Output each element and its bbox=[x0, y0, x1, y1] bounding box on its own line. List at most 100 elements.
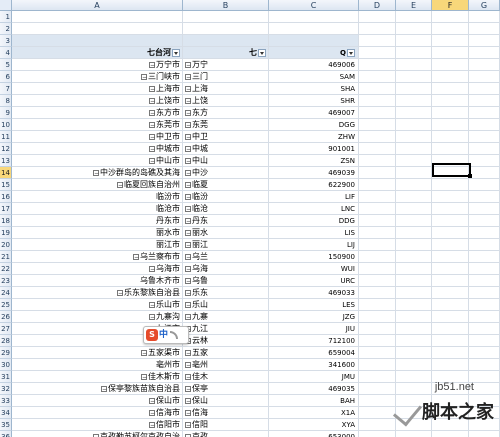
select-all-corner[interactable] bbox=[0, 0, 12, 11]
cell-code[interactable]: ZSN bbox=[269, 155, 359, 167]
cell-empty[interactable] bbox=[396, 275, 432, 287]
cell-city[interactable]: 丽江市 bbox=[12, 239, 183, 251]
row-number[interactable]: 33 bbox=[0, 395, 12, 407]
cell-code[interactable]: JIU bbox=[269, 323, 359, 335]
cell-abbr[interactable]: −万宁 bbox=[183, 59, 269, 71]
collapse-minus-icon[interactable]: − bbox=[185, 289, 191, 296]
cell-abbr[interactable]: −三门 bbox=[183, 71, 269, 83]
cell-code[interactable]: 469033 bbox=[269, 287, 359, 299]
cell-code[interactable]: LNC bbox=[269, 203, 359, 215]
cell-code[interactable] bbox=[269, 23, 359, 35]
cell-empty[interactable] bbox=[469, 347, 500, 359]
column-header-C[interactable]: C bbox=[269, 0, 359, 11]
cell-code[interactable]: SHA bbox=[269, 83, 359, 95]
collapse-minus-icon[interactable]: − bbox=[185, 253, 191, 260]
cell-city[interactable]: −临夏回族自治州 bbox=[12, 179, 183, 191]
cell-code[interactable]: WUI bbox=[269, 263, 359, 275]
cell-empty[interactable] bbox=[469, 263, 500, 275]
collapse-minus-icon[interactable]: − bbox=[185, 145, 191, 152]
cell-abbr[interactable]: −丽江 bbox=[183, 239, 269, 251]
cell-abbr[interactable]: −亳州 bbox=[183, 359, 269, 371]
cell-empty[interactable] bbox=[432, 227, 469, 239]
cell-empty[interactable] bbox=[469, 83, 500, 95]
cell-empty[interactable] bbox=[396, 287, 432, 299]
row-number[interactable]: 18 bbox=[0, 215, 12, 227]
cell-empty[interactable] bbox=[396, 323, 432, 335]
cell-city[interactable] bbox=[12, 35, 183, 47]
row-number[interactable]: 2 bbox=[0, 23, 12, 35]
filter-dropdown-icon[interactable] bbox=[172, 48, 180, 57]
cell-city[interactable]: −乌海市 bbox=[12, 263, 183, 275]
cell-empty[interactable] bbox=[396, 335, 432, 347]
collapse-minus-icon[interactable]: − bbox=[149, 85, 155, 92]
cell-city[interactable]: −信海市 bbox=[12, 407, 183, 419]
cell-empty[interactable] bbox=[396, 71, 432, 83]
collapse-minus-icon[interactable]: − bbox=[185, 397, 191, 404]
active-cell-F14[interactable] bbox=[432, 163, 472, 178]
collapse-minus-icon[interactable]: − bbox=[117, 289, 123, 296]
cell-empty[interactable] bbox=[432, 263, 469, 275]
cell-empty[interactable] bbox=[469, 179, 500, 191]
cell-empty[interactable] bbox=[432, 35, 469, 47]
cell-city[interactable]: −信阳市 bbox=[12, 419, 183, 431]
column-header-A[interactable]: A bbox=[12, 0, 183, 11]
column-header-F[interactable]: F bbox=[432, 0, 469, 11]
row-number[interactable]: 23 bbox=[0, 275, 12, 287]
collapse-minus-icon[interactable]: − bbox=[185, 133, 191, 140]
cell-empty[interactable] bbox=[432, 119, 469, 131]
row-number[interactable]: 21 bbox=[0, 251, 12, 263]
cell-city[interactable]: −五家渠市 bbox=[12, 347, 183, 359]
cell-abbr[interactable]: −五家 bbox=[183, 347, 269, 359]
cell-empty[interactable] bbox=[359, 83, 396, 95]
cell-city[interactable]: −中卫市 bbox=[12, 131, 183, 143]
cell-code[interactable]: 469039 bbox=[269, 167, 359, 179]
cell-city[interactable]: −三门峡市 bbox=[12, 71, 183, 83]
row-number[interactable]: 17 bbox=[0, 203, 12, 215]
collapse-minus-icon[interactable]: − bbox=[185, 373, 191, 380]
row-number[interactable]: 13 bbox=[0, 155, 12, 167]
cell-abbr[interactable]: −信阳 bbox=[183, 419, 269, 431]
cell-empty[interactable] bbox=[396, 107, 432, 119]
cell-empty[interactable] bbox=[396, 203, 432, 215]
collapse-minus-icon[interactable]: − bbox=[117, 181, 123, 188]
cell-abbr[interactable]: −乐东 bbox=[183, 287, 269, 299]
cell-code[interactable]: ZHW bbox=[269, 131, 359, 143]
cell-city[interactable]: −上饶市 bbox=[12, 95, 183, 107]
cell-code[interactable] bbox=[269, 35, 359, 47]
cell-city[interactable]: −东方市 bbox=[12, 107, 183, 119]
cell-empty[interactable] bbox=[432, 131, 469, 143]
cell-code[interactable]: 653000 bbox=[269, 431, 359, 437]
cell-code[interactable]: LES bbox=[269, 299, 359, 311]
cell-empty[interactable] bbox=[396, 155, 432, 167]
collapse-minus-icon[interactable]: − bbox=[185, 205, 191, 212]
cell-empty[interactable] bbox=[359, 287, 396, 299]
cell-code[interactable]: 469006 bbox=[269, 59, 359, 71]
cell-empty[interactable] bbox=[396, 263, 432, 275]
cell-empty[interactable] bbox=[469, 23, 500, 35]
cell-empty[interactable] bbox=[359, 119, 396, 131]
row-number[interactable]: 34 bbox=[0, 407, 12, 419]
cell-empty[interactable] bbox=[432, 215, 469, 227]
cell-code[interactable]: SHR bbox=[269, 95, 359, 107]
cell-empty[interactable] bbox=[396, 11, 432, 23]
cell-empty[interactable] bbox=[396, 95, 432, 107]
cell-code[interactable]: 469007 bbox=[269, 107, 359, 119]
cell-code[interactable]: X1A bbox=[269, 407, 359, 419]
filter-dropdown-icon[interactable] bbox=[258, 48, 266, 57]
cell-empty[interactable] bbox=[396, 191, 432, 203]
row-number[interactable]: 7 bbox=[0, 83, 12, 95]
collapse-minus-icon[interactable]: − bbox=[185, 277, 191, 284]
cell-empty[interactable] bbox=[469, 155, 500, 167]
cell-empty[interactable] bbox=[469, 323, 500, 335]
cell-empty[interactable] bbox=[469, 143, 500, 155]
cell-empty[interactable] bbox=[432, 23, 469, 35]
cell-city[interactable]: 亳州市 bbox=[12, 359, 183, 371]
cell-empty[interactable] bbox=[359, 167, 396, 179]
pivot-header-a[interactable]: 七台河 bbox=[12, 47, 183, 59]
cell-abbr[interactable]: −临汾 bbox=[183, 191, 269, 203]
cell-empty[interactable] bbox=[359, 323, 396, 335]
cell-empty[interactable] bbox=[359, 275, 396, 287]
cell-empty[interactable] bbox=[359, 107, 396, 119]
cell-empty[interactable] bbox=[359, 215, 396, 227]
row-number[interactable]: 32 bbox=[0, 383, 12, 395]
